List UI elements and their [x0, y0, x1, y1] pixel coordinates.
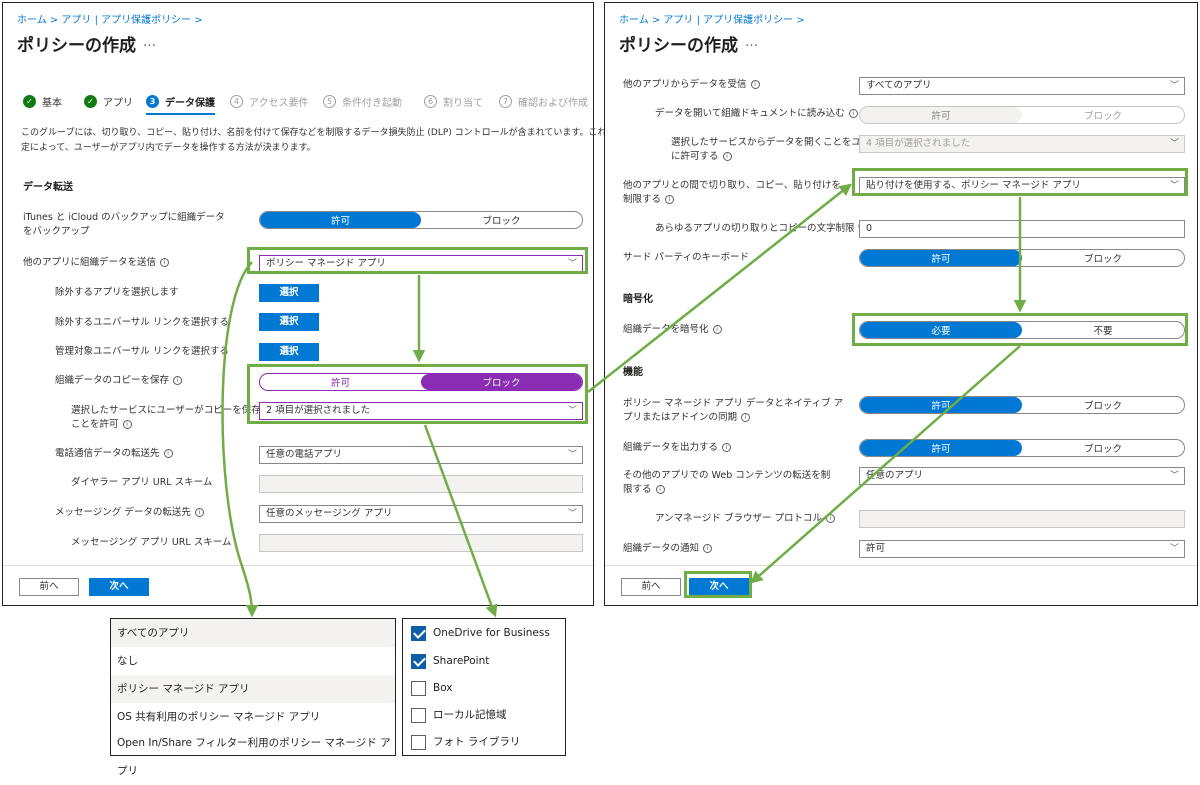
arrow-savecopy-to-cutcopy [587, 183, 852, 393]
arrow-send-to-options [221, 261, 259, 618]
arrow-encrypt-to-next [750, 345, 1021, 584]
arrow-savecopy-to-storage [423, 424, 498, 618]
callout-arrows [221, 183, 1027, 618]
